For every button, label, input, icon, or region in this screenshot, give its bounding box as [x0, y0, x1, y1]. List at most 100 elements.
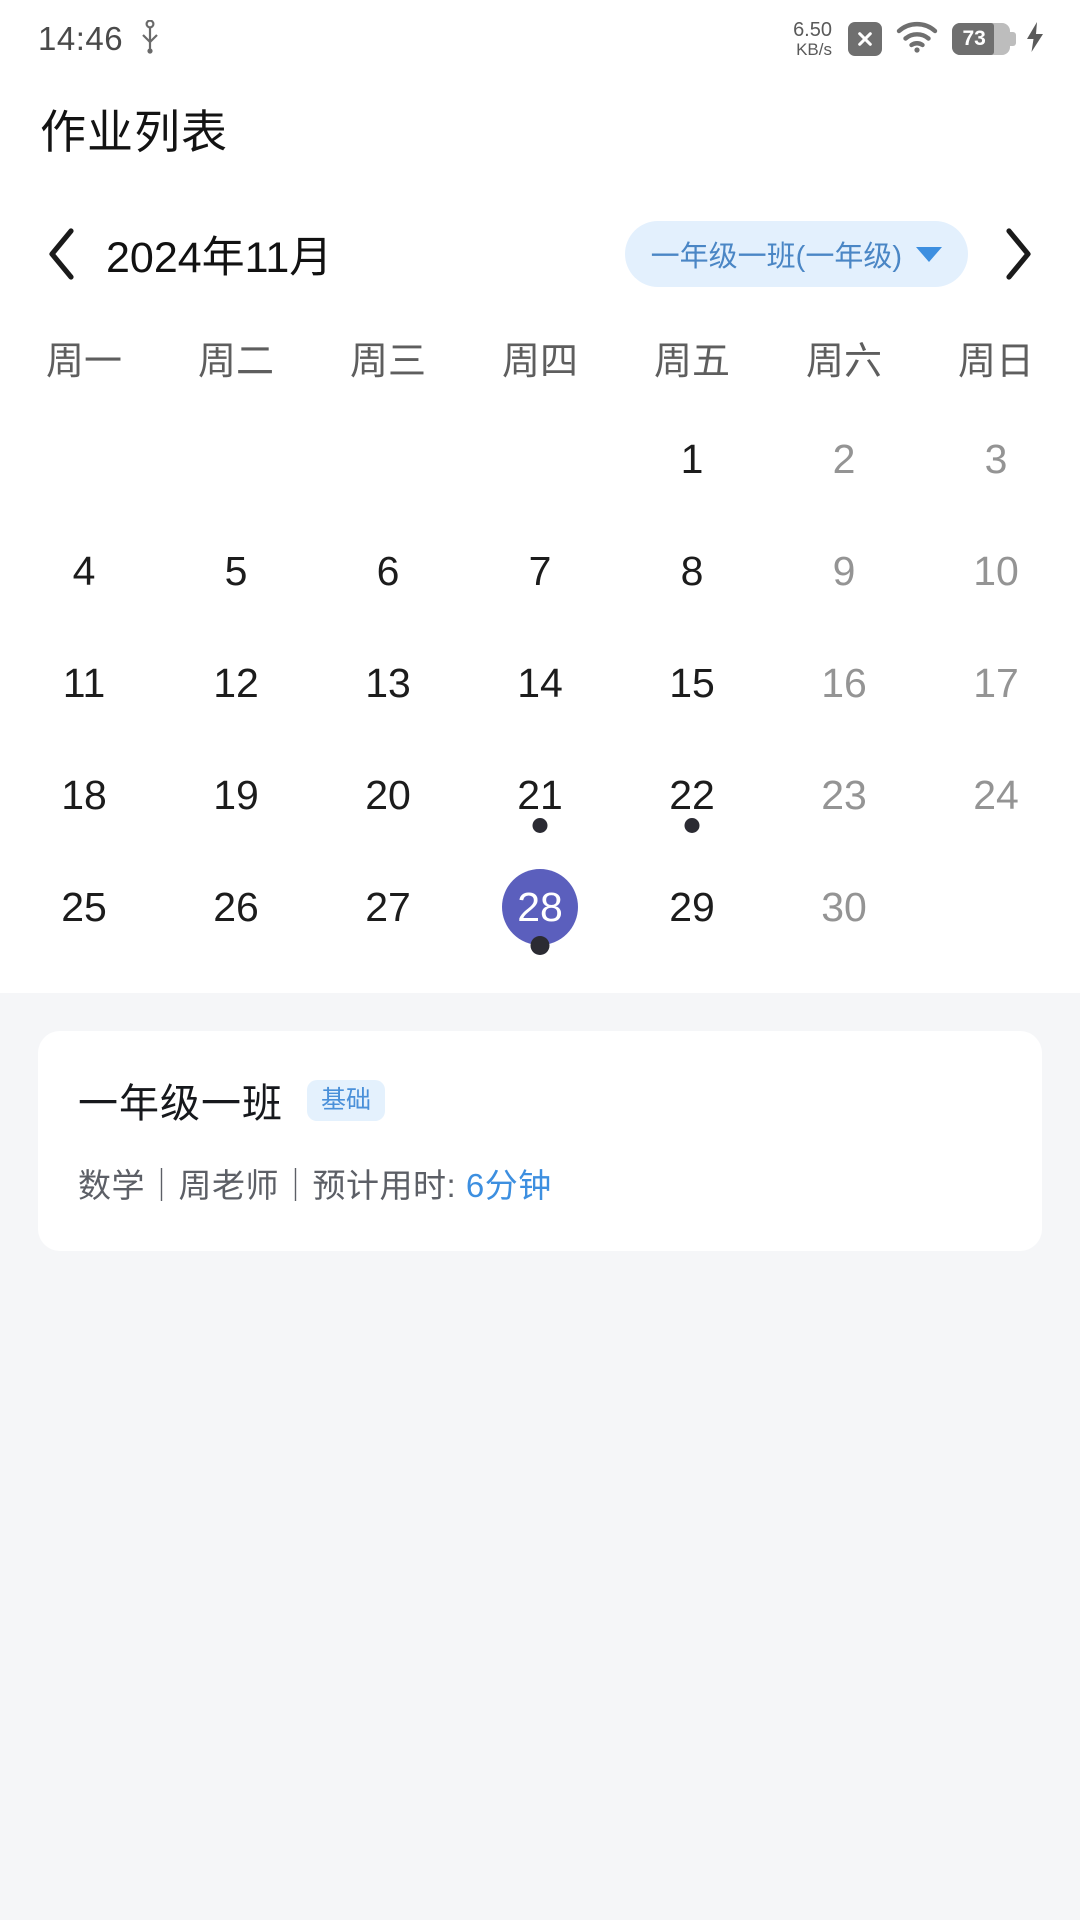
battery-icon: 73 [952, 23, 1016, 55]
weekday-header-2: 周二 [197, 341, 274, 383]
homework-class-name: 一年级一班 [78, 1082, 283, 1126]
next-month-button[interactable] [986, 222, 1050, 286]
calendar-day-number: 7 [528, 547, 552, 594]
calendar-day-6[interactable]: 6 [312, 515, 464, 627]
weekday-header-1: 周一 [45, 341, 122, 383]
weekday-header-5: 周五 [653, 341, 730, 383]
calendar-day-25[interactable]: 25 [8, 851, 160, 963]
battery-fill: 73 [952, 23, 995, 55]
calendar-cell-empty [312, 403, 464, 515]
calendar-weekday-header: 周一 周二 周三 周四 周五 周六 周日 [8, 330, 1072, 385]
calendar-day-4[interactable]: 4 [8, 515, 160, 627]
calendar-day-number: 23 [821, 771, 867, 818]
calendar-day-number: 4 [72, 547, 96, 594]
calendar-day-8[interactable]: 8 [616, 515, 768, 627]
calendar-day-3[interactable]: 3 [920, 403, 1072, 515]
calendar-cell-empty [160, 403, 312, 515]
homework-meta-line: 数学｜周老师｜预计用时: 6分钟 [78, 1159, 1002, 1207]
weekday-header-7: 周日 [957, 341, 1034, 383]
calendar-day-23[interactable]: 23 [768, 739, 920, 851]
calendar: 周一 周二 周三 周四 周五 周六 周日 1 2 3 4 5 6 7 8 9 10 11 12 13 14 15 16 17… [0, 330, 1080, 963]
calendar-day-17[interactable]: 17 [920, 627, 1072, 739]
calendar-day-number: 12 [213, 659, 259, 706]
calendar-day-number: 6 [376, 547, 400, 594]
calendar-day-20[interactable]: 20 [312, 739, 464, 851]
calendar-day-22[interactable]: 22 [616, 739, 768, 851]
calendar-day-10[interactable]: 10 [920, 515, 1072, 627]
homework-teacher: 周老师 [178, 1167, 279, 1204]
homework-card[interactable]: 一年级一班 基础 数学｜周老师｜预计用时: 6分钟 [38, 1031, 1042, 1251]
status-bar-left: 14:46 [38, 18, 161, 59]
calendar-day-26[interactable]: 26 [160, 851, 312, 963]
calendar-day-5[interactable]: 5 [160, 515, 312, 627]
calendar-day-21[interactable]: 21 [464, 739, 616, 851]
meta-separator-1: ｜ [145, 1167, 179, 1204]
weekday-header-3: 周三 [349, 341, 426, 383]
wifi-icon [896, 21, 938, 58]
calendar-day-number: 15 [669, 659, 715, 706]
calendar-cell-empty [464, 403, 616, 515]
calendar-day-number: 5 [224, 547, 248, 594]
calendar-day-number: 14 [517, 659, 563, 706]
calendar-day-number: 26 [213, 883, 259, 930]
class-selector-dropdown[interactable]: 一年级一班(一年级) [624, 221, 968, 287]
calendar-day-number: 17 [973, 659, 1019, 706]
calendar-day-number: 27 [365, 883, 411, 930]
day-has-homework-dot [532, 818, 548, 833]
charging-bolt-icon [1024, 20, 1046, 59]
calendar-day-number: 28 [502, 869, 578, 945]
calendar-day-19[interactable]: 19 [160, 739, 312, 851]
weekday-header-6: 周六 [805, 341, 882, 383]
homework-duration-value: 6分钟 [465, 1167, 552, 1204]
homework-subject: 数学 [78, 1167, 145, 1204]
network-speed-value: 6.50 [793, 18, 832, 41]
calendar-day-18[interactable]: 18 [8, 739, 160, 851]
calendar-day-number: 16 [821, 659, 867, 706]
calendar-day-15[interactable]: 15 [616, 627, 768, 739]
calendar-day-30[interactable]: 30 [768, 851, 920, 963]
calendar-day-28[interactable]: 28 [464, 851, 616, 963]
calendar-day-number: 9 [832, 547, 856, 594]
chevron-down-icon [916, 246, 942, 262]
calendar-day-13[interactable]: 13 [312, 627, 464, 739]
calendar-cell-empty [8, 403, 160, 515]
calendar-day-24[interactable]: 24 [920, 739, 1072, 851]
calendar-day-1[interactable]: 1 [616, 403, 768, 515]
calendar-day-number: 18 [61, 771, 107, 818]
calendar-day-27[interactable]: 27 [312, 851, 464, 963]
weekday-header-4: 周四 [501, 341, 578, 383]
calendar-day-number: 11 [62, 659, 106, 706]
homework-level-badge: 基础 [307, 1079, 386, 1121]
calendar-day-9[interactable]: 9 [768, 515, 920, 627]
page-title: 作业列表 [40, 106, 228, 158]
day-has-homework-dot [684, 818, 700, 833]
network-speed-unit: KB/s [796, 39, 832, 59]
battery-percent-label: 73 [962, 27, 986, 50]
calendar-day-number: 24 [973, 771, 1019, 818]
calendar-day-number: 29 [669, 883, 715, 930]
calendar-day-2[interactable]: 2 [768, 403, 920, 515]
calendar-day-12[interactable]: 12 [160, 627, 312, 739]
prev-month-button[interactable] [30, 222, 94, 286]
calendar-day-number: 1 [680, 435, 704, 482]
class-selector-label: 一年级一班(一年级) [650, 241, 902, 273]
meta-separator-2: ｜ [279, 1167, 313, 1204]
day-has-homework-dot [530, 936, 550, 955]
calendar-day-number: 25 [61, 883, 107, 930]
calendar-day-7[interactable]: 7 [464, 515, 616, 627]
calendar-day-number: 19 [213, 771, 259, 818]
calendar-day-number: 2 [832, 435, 856, 482]
month-nav-bar: 2024年11月 一年级一班(一年级) [0, 202, 1080, 306]
network-speed-indicator: 6.50 KB/s [793, 18, 832, 59]
calendar-day-16[interactable]: 16 [768, 627, 920, 739]
calendar-day-number: 20 [365, 771, 411, 818]
calendar-day-11[interactable]: 11 [8, 627, 160, 739]
calendar-day-number: 30 [821, 883, 867, 930]
status-clock: 14:46 [38, 20, 124, 57]
calendar-day-29[interactable]: 29 [616, 851, 768, 963]
calendar-cell-empty [920, 851, 1072, 963]
calendar-day-number: 10 [973, 547, 1019, 594]
calendar-day-number: 13 [365, 659, 411, 706]
homework-duration-label: 预计用时: [312, 1167, 466, 1204]
calendar-day-14[interactable]: 14 [464, 627, 616, 739]
